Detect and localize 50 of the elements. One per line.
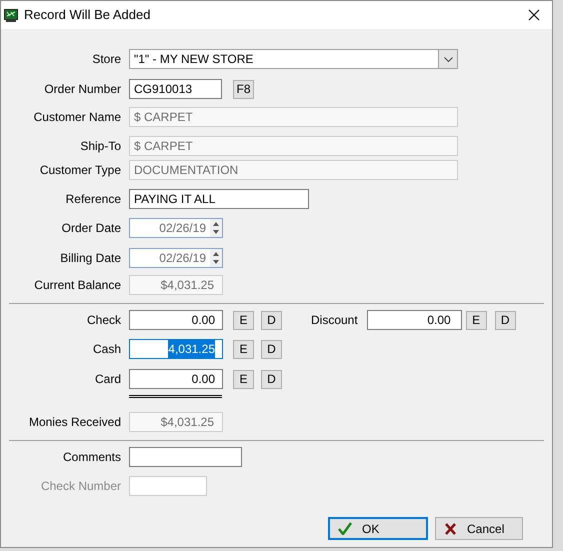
small-button[interactable]: E (466, 310, 487, 330)
x-icon (444, 522, 457, 534)
small-button[interactable]: E (233, 340, 254, 358)
chevron-down-icon (444, 56, 452, 62)
store-dropdown[interactable]: "1" - MY NEW STORE (129, 49, 458, 69)
text-field[interactable]: PAYING IT ALL (129, 189, 309, 209)
amount-input[interactable]: 0.00 (129, 369, 223, 389)
field-label: Store (92, 51, 121, 68)
small-button[interactable]: D (261, 340, 282, 358)
small-button[interactable]: E (233, 370, 254, 388)
field-label: Reference (66, 191, 121, 208)
field-label: Order Date (62, 220, 121, 237)
cancel-button[interactable]: Cancel (435, 517, 523, 540)
spin-arrows-icon (210, 249, 222, 267)
field-label: Cash (92, 341, 121, 358)
small-button[interactable]: F8 (233, 80, 254, 98)
small-button[interactable]: D (494, 310, 516, 330)
field-label: Card (94, 371, 121, 388)
field-label: Monies Received (28, 414, 121, 431)
amount-field: $4,031.25 (129, 412, 223, 432)
small-button[interactable]: E (233, 310, 254, 330)
field-label: Ship-To (80, 138, 121, 155)
date-field[interactable]: 02/26/19 (129, 248, 223, 268)
amount-input[interactable]: 0.00 (129, 310, 223, 330)
amount-field: $4,031.25 (129, 275, 223, 295)
field-label: Billing Date (60, 250, 121, 267)
readonly-field: $ CARPET (129, 136, 458, 156)
field-label: Order Number (44, 81, 121, 98)
field-label: Comments (62, 449, 121, 466)
comments-field[interactable] (129, 447, 242, 467)
spin-arrows-icon (210, 219, 222, 237)
field-label: Customer Name (34, 109, 121, 126)
small-button[interactable]: D (261, 310, 282, 330)
checkmark-icon (338, 522, 352, 535)
readonly-field: DOCUMENTATION (129, 160, 458, 180)
ok-button[interactable]: OK (328, 517, 428, 540)
amount-input[interactable]: 4,031.25 (129, 339, 223, 359)
field-label: Check Number (40, 478, 121, 495)
text-field[interactable]: CG910013 (129, 79, 222, 99)
small-button[interactable]: D (261, 370, 282, 388)
app-icon (4, 8, 18, 22)
field-label: Current Balance (34, 277, 121, 294)
close-icon (528, 9, 540, 21)
date-field[interactable]: 02/26/19 (129, 218, 223, 238)
amount-input[interactable]: 0.00 (366, 310, 462, 330)
field-label: Check (86, 312, 121, 329)
field-label: Customer Type (40, 162, 121, 179)
field-label: Discount (311, 312, 358, 329)
window-title: Record Will Be Added (24, 6, 150, 24)
readonly-field: $ CARPET (129, 107, 458, 127)
